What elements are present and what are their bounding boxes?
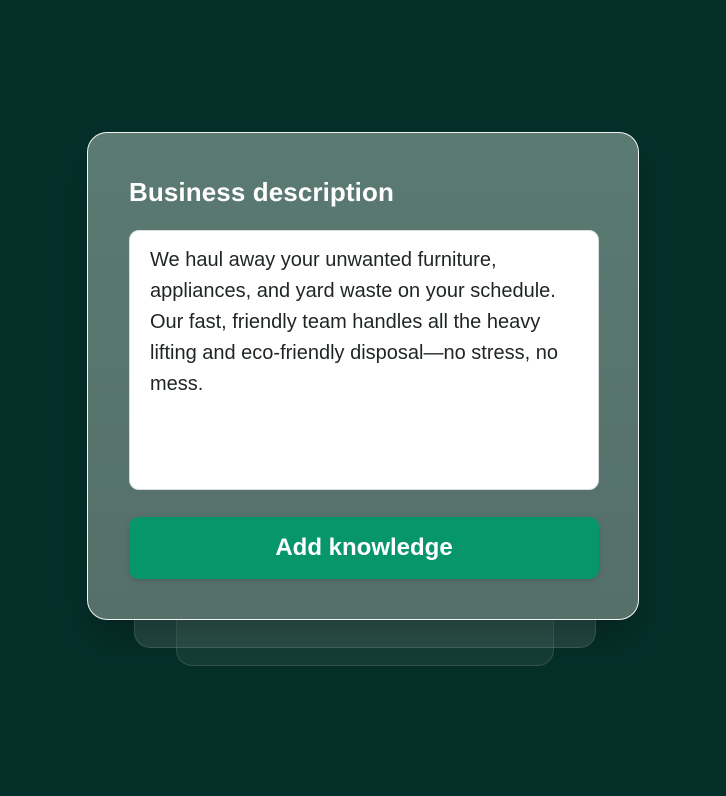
card-title: Business description <box>129 177 394 207</box>
add-knowledge-button[interactable]: Add knowledge <box>129 517 599 579</box>
business-description-card: Business description We haul away your u… <box>87 132 639 620</box>
business-description-textarea[interactable]: We haul away your unwanted furniture, ap… <box>129 230 599 490</box>
